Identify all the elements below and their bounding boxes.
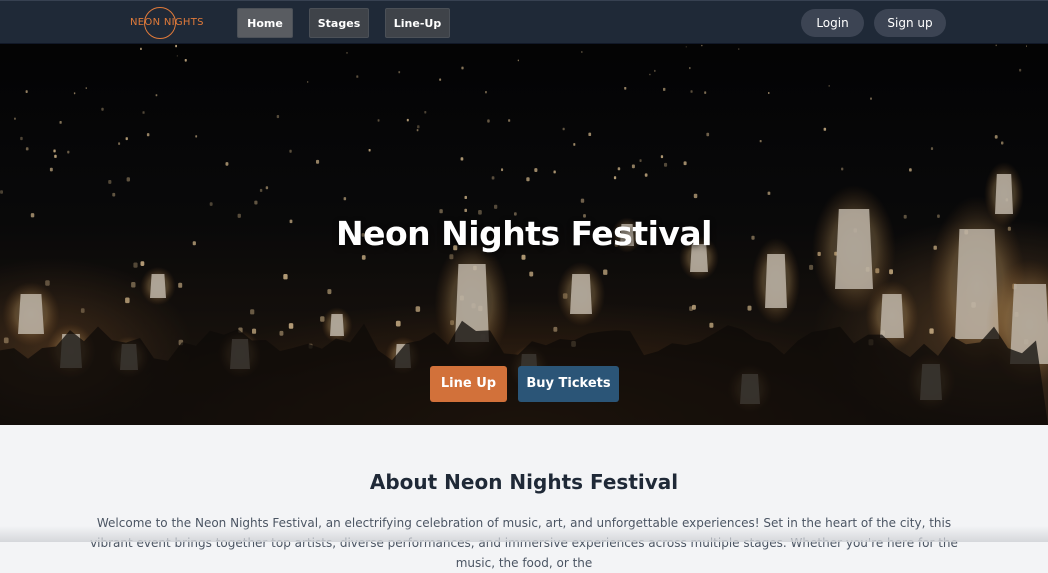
nav-lineup-link[interactable]: Line-Up <box>385 8 450 38</box>
buy-tickets-button[interactable]: Buy Tickets <box>518 366 619 402</box>
about-body-text: Welcome to the Neon Nights Festival, an … <box>90 516 958 570</box>
hero-banner: Neon Nights Festival Line Up Buy Tickets <box>0 44 1048 425</box>
top-navbar: NEON NIGHTS Home Stages Line-Up Login Si… <box>0 0 1048 44</box>
hero-title: Neon Nights Festival <box>335 214 713 253</box>
signup-button[interactable]: Sign up <box>874 9 946 37</box>
about-section: About Neon Nights Festival Welcome to th… <box>0 425 1048 570</box>
nav-stages-link[interactable]: Stages <box>309 8 369 38</box>
hero-lineup-button[interactable]: Line Up <box>430 366 507 402</box>
nav-home-link[interactable]: Home <box>237 8 293 38</box>
scroll-fade <box>0 526 1048 542</box>
logo-text: NEON NIGHTS <box>130 17 204 28</box>
about-heading: About Neon Nights Festival <box>369 470 679 494</box>
login-button[interactable]: Login <box>801 9 864 37</box>
brand-logo[interactable]: NEON NIGHTS <box>130 7 203 39</box>
